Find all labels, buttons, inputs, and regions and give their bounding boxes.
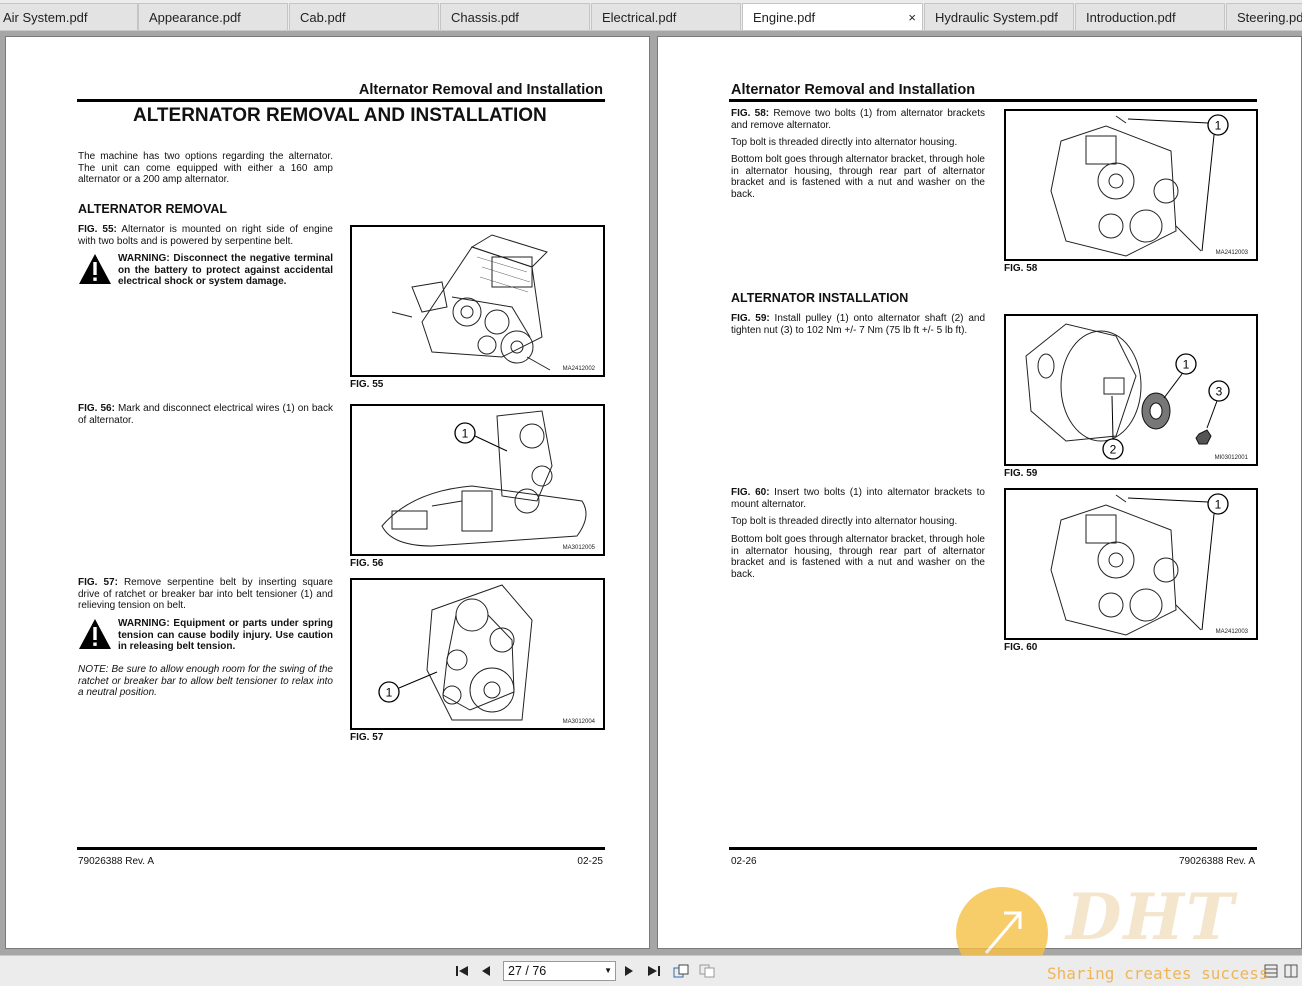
previous-page-icon[interactable] [477,962,495,980]
next-page-icon[interactable] [620,962,638,980]
header-rule [729,99,1257,102]
fig58-paragraph-3: Bottom bolt goes through alternator brac… [731,154,985,201]
fig60-paragraph: FIG. 60: Insert two bolts (1) into alter… [731,487,985,510]
figure-55: MA2412002 [350,225,605,377]
alternator-bolts-illustration: 1 [1050,114,1229,257]
alternator-mount-illustration: 1 [1050,493,1229,636]
footer-rule [729,847,1257,850]
tab-cab[interactable]: Cab.pdf [289,3,439,30]
tab-chassis[interactable]: Chassis.pdf [440,3,590,30]
running-header: Alternator Removal and Installation [731,82,976,98]
footer-page-number: 02-26 [731,856,757,867]
page-02-25: Alternator Removal and Installation ALTE… [5,36,650,949]
header-rule [77,99,605,102]
page-title: ALTERNATOR REMOVAL AND INSTALLATION [133,105,547,126]
fig56-caption: FIG. 56 [350,558,384,569]
figure-58: 1 MA2412003 [1004,109,1258,261]
section-heading-removal: ALTERNATOR REMOVAL [78,202,228,216]
svg-text:2: 2 [1110,443,1117,457]
fig60-paragraph-3: Bottom bolt goes through alternator brac… [731,534,985,581]
alternator-wiring-illustration: 1 [381,410,587,547]
svg-text:1: 1 [386,686,393,700]
previous-view-icon[interactable] [672,962,690,980]
note-paragraph: NOTE: Be sure to allow enough room for t… [78,664,333,699]
intro-paragraph: The machine has two options regarding th… [78,151,333,186]
chevron-down-icon[interactable]: ▼ [604,962,612,980]
fig55-paragraph: FIG. 55: Alternator is mounted on right … [78,224,333,247]
fig57-caption: FIG. 57 [350,732,384,743]
fig56-paragraph: FIG. 56: Mark and disconnect electrical … [78,403,333,426]
warning-spring-tension: WARNING: Equipment or parts under spring… [78,618,333,653]
footer-doc-number: 79026388 Rev. A [1179,856,1255,867]
fig55-caption: FIG. 55 [350,379,384,390]
watermark-slogan: Sharing creates success [1047,964,1269,983]
next-view-icon[interactable] [698,962,716,980]
svg-text:1: 1 [462,427,469,441]
figure-56: 1 MA3012005 [350,404,605,556]
warning-icon [79,619,111,649]
first-page-icon[interactable] [453,962,471,980]
tab-electrical[interactable]: Electrical.pdf [591,3,741,30]
page-number-input[interactable]: 27 / 76 ▼ [503,961,616,981]
serpentine-belt-illustration: 1 [378,584,533,721]
document-viewer[interactable]: Alternator Removal and Installation ALTE… [0,31,1302,955]
svg-text:1: 1 [1215,119,1222,133]
tab-hydraulic-system[interactable]: Hydraulic System.pdf [924,3,1074,30]
fig59-paragraph: FIG. 59: Install pulley (1) onto alterna… [731,313,986,336]
figure-60: 1 MA2412003 [1004,488,1258,640]
warning-electrical: WARNING: Disconnect the negative termina… [78,253,333,288]
engine-illustration [391,234,551,371]
fig60-paragraph-2: Top bolt is threaded directly into alter… [731,516,958,527]
footer-page-number: 02-25 [577,856,603,867]
running-header: Alternator Removal and Installation [358,82,603,98]
fig59-caption: FIG. 59 [1004,468,1038,479]
section-heading-installation: ALTERNATOR INSTALLATION [731,291,909,305]
tab-bar: Air System.pdf Appearance.pdf Cab.pdf Ch… [0,0,1302,31]
fig58-paragraph-2: Top bolt is threaded directly into alter… [731,137,958,148]
svg-text:3: 3 [1216,385,1223,399]
fig58-caption: FIG. 58 [1004,263,1038,274]
footer-rule [77,847,605,850]
last-page-icon[interactable] [645,962,663,980]
fig58-paragraph: FIG. 58: Remove two bolts (1) from alter… [731,108,985,131]
footer-doc-number: 79026388 Rev. A [78,856,154,867]
svg-text:1: 1 [1183,358,1190,372]
close-icon[interactable]: × [908,4,916,30]
tab-introduction[interactable]: Introduction.pdf [1075,3,1225,30]
tab-steering[interactable]: Steering.pdf [1226,3,1302,30]
fig60-caption: FIG. 60 [1004,642,1038,653]
pulley-assembly-illustration: 1 2 3 [1025,323,1230,460]
tab-engine[interactable]: Engine.pdf × [742,3,923,30]
figure-57: 1 MA3012004 [350,578,605,730]
svg-text:1: 1 [1215,498,1222,512]
page-layout-icon[interactable] [1282,962,1300,980]
figure-59: 1 2 3 MI03012001 [1004,314,1258,466]
tab-appearance[interactable]: Appearance.pdf [138,3,288,30]
fig57-paragraph: FIG. 57: Remove serpentine belt by inser… [78,577,333,612]
warning-icon [79,254,111,284]
watermark-logo: DHT [1066,880,1236,955]
tab-air-system[interactable]: Air System.pdf [0,3,138,30]
page-02-26: Alternator Removal and Installation FIG.… [657,36,1302,949]
